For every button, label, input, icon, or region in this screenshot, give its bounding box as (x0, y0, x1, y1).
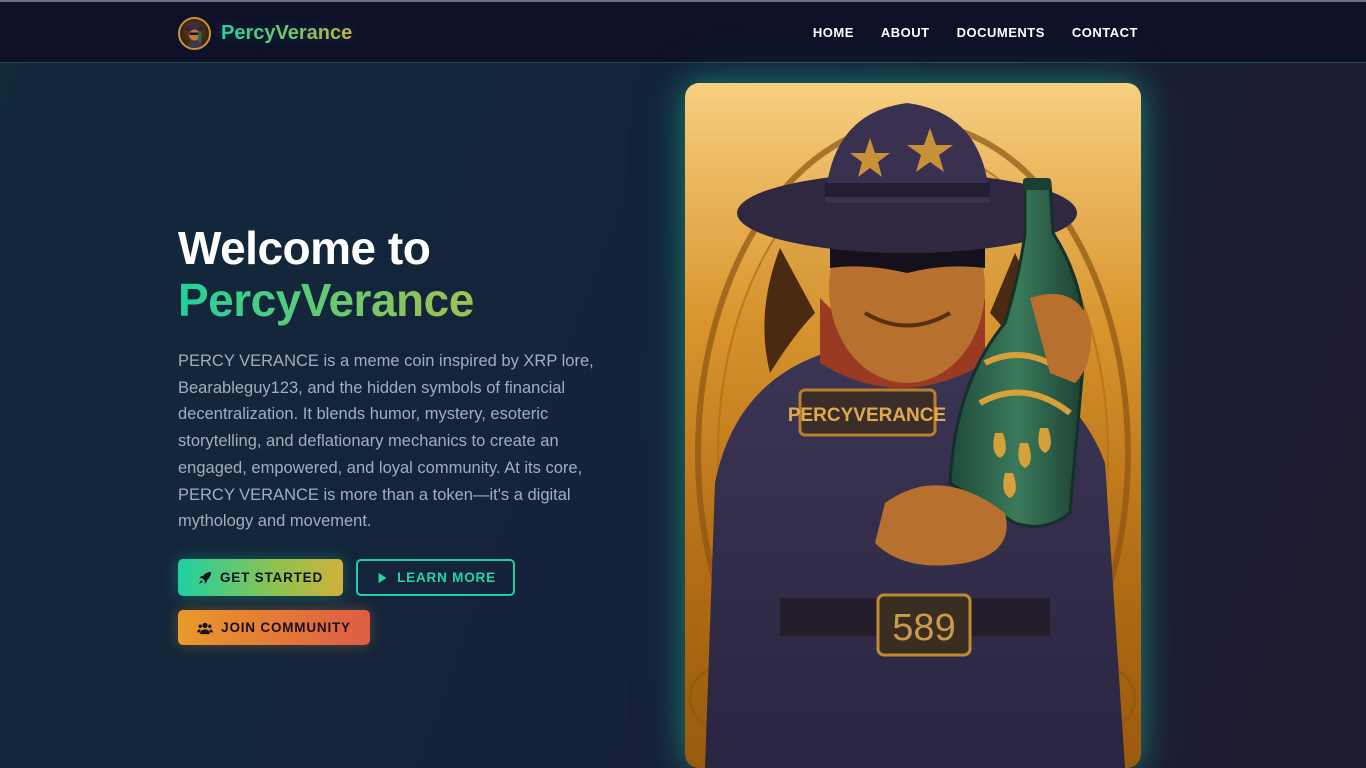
hero-mascot-image: PERCYVERANCE 589 (685, 83, 1141, 768)
join-community-button[interactable]: JOIN COMMUNITY (178, 610, 370, 645)
get-started-button[interactable]: GET STARTED (178, 559, 343, 596)
chest-patch-text: PERCYVERANCE (788, 405, 946, 426)
hero-description: PERCY VERANCE is a meme coin inspired by… (178, 352, 594, 531)
get-started-label: GET STARTED (219, 570, 324, 585)
join-community-label: JOIN COMMUNITY (221, 620, 351, 635)
play-icon (378, 572, 387, 583)
nav-about[interactable]: ABOUT (881, 25, 930, 40)
brand-name: PercyVerance (221, 21, 353, 44)
belt-number-text: 589 (892, 607, 955, 649)
nav-contact[interactable]: CONTACT (1072, 25, 1138, 40)
learn-more-label: LEARN MORE (397, 570, 496, 585)
users-icon (197, 622, 214, 634)
nav-documents[interactable]: DOCUMENTS (957, 25, 1045, 40)
learn-more-button[interactable]: LEARN MORE (356, 559, 515, 596)
hero-title-line1: Welcome to (178, 222, 431, 274)
hero-text: Welcome to PercyVerance PERCY VERANCE is… (178, 222, 628, 535)
nav-home[interactable]: HOME (813, 25, 854, 40)
rocket-icon (198, 571, 212, 584)
main-nav: HOME ABOUT DOCUMENTS CONTACT (813, 2, 1138, 63)
hero-title: Welcome to PercyVerance (178, 222, 628, 326)
navbar: PercyVerance HOME ABOUT DOCUMENTS CONTAC… (0, 2, 1366, 63)
hero-title-brand: PercyVerance (178, 274, 628, 326)
mascot-illustration: PERCYVERANCE 589 (688, 103, 1137, 768)
logo-badge-icon (178, 16, 211, 50)
logo[interactable]: PercyVerance (178, 16, 352, 50)
